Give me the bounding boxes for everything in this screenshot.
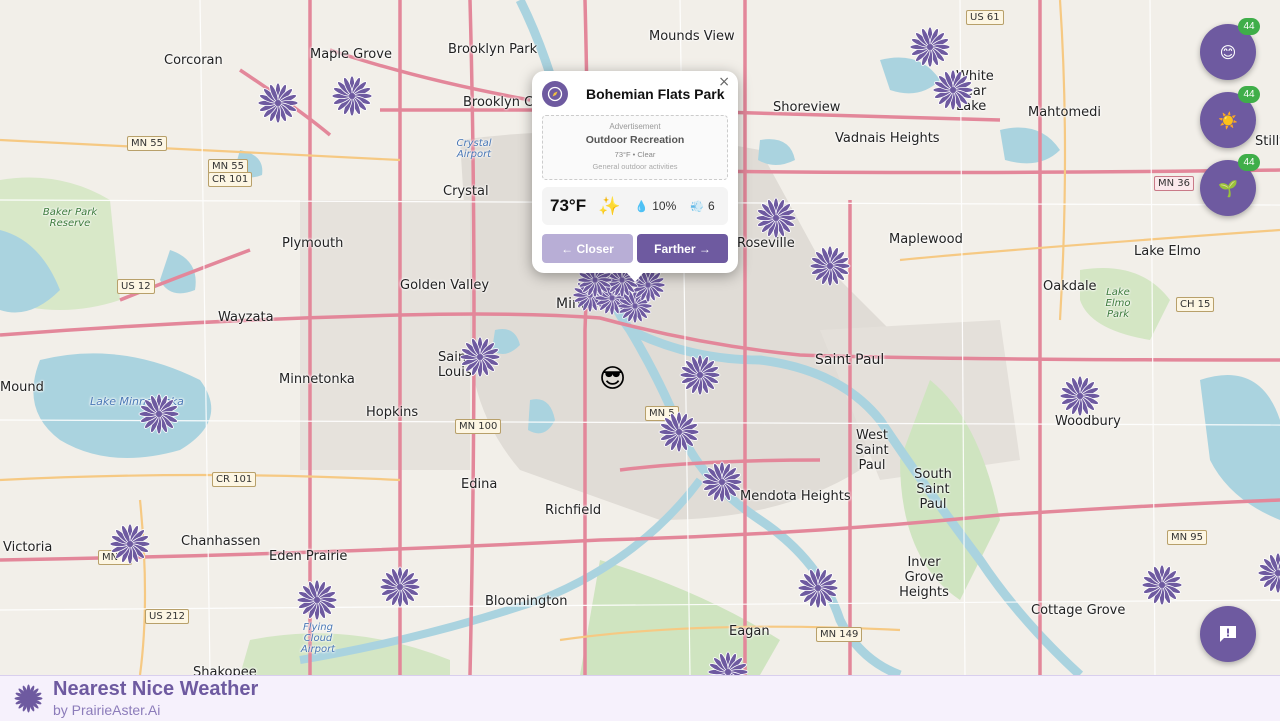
feedback-button[interactable] <box>1200 606 1256 662</box>
advertisement-box[interactable]: Advertisement Outdoor Recreation 73°F • … <box>542 115 728 180</box>
city-label: Eden Prairie <box>269 549 348 564</box>
aster-location-marker[interactable] <box>331 75 373 117</box>
highway-shield: US 212 <box>145 609 189 624</box>
aster-location-marker[interactable] <box>809 245 851 287</box>
wind-icon: 💨 <box>690 200 704 213</box>
highway-shield: CR 101 <box>208 172 253 187</box>
count-badge: 44 <box>1238 18 1260 35</box>
city-label: Richfield <box>545 503 602 518</box>
city-label: Shoreview <box>773 100 841 115</box>
aster-location-marker[interactable] <box>679 354 721 396</box>
sparkles-icon: ✨ <box>598 195 621 216</box>
aster-location-marker[interactable] <box>797 567 839 609</box>
user-location-marker[interactable]: 😎 <box>599 364 626 394</box>
city-label: Chanhassen <box>181 534 261 549</box>
aster-location-marker[interactable] <box>1141 564 1183 606</box>
aster-location-marker[interactable] <box>379 566 421 608</box>
temperature: 73°F <box>550 196 587 215</box>
highway-shield: US 61 <box>966 10 1004 25</box>
aster-location-marker[interactable] <box>932 69 974 111</box>
city-label: Bloomington <box>485 594 568 609</box>
aster-location-marker[interactable] <box>701 461 743 503</box>
activity-filter-button[interactable]: 🌱 44 <box>1200 154 1260 216</box>
city-label: Brooklyn Park <box>448 42 538 57</box>
footer: Nearest Nice Weather by PrairieAster.Ai <box>0 675 1280 721</box>
ad-subtitle: 73°F • Clear <box>614 150 656 159</box>
ad-title: Outdoor Recreation <box>585 134 685 146</box>
farther-button[interactable]: Farther → <box>637 234 728 263</box>
aster-location-marker[interactable] <box>1059 375 1101 417</box>
airport-label: Crystal Airport <box>456 138 492 160</box>
aster-location-marker[interactable] <box>257 82 299 124</box>
highway-shield: US 12 <box>117 279 155 294</box>
aster-location-marker[interactable] <box>909 26 951 68</box>
aster-location-marker[interactable] <box>296 579 338 621</box>
highway-shield: MN 36 <box>1154 176 1195 191</box>
aster-location-marker[interactable] <box>1257 552 1280 594</box>
city-label: Hopkins <box>366 405 419 420</box>
city-label: Minnetonka <box>279 372 355 387</box>
park-label: Lake Elmo Park <box>1105 287 1131 320</box>
droplet-icon: 💧 <box>634 200 649 213</box>
app-title: Nearest Nice Weather <box>53 678 259 700</box>
highway-shield: MN 100 <box>455 419 502 434</box>
wind: 💨 6 <box>690 199 714 213</box>
ad-description: General outdoor activities <box>592 162 678 171</box>
highway-shield: CH 15 <box>1176 297 1215 312</box>
aster-location-marker[interactable] <box>138 393 180 435</box>
weather-filter-button[interactable]: ☀️ 44 <box>1200 86 1260 148</box>
aster-location-marker[interactable] <box>459 336 501 378</box>
app-subtitle: by PrairieAster.Ai <box>53 702 161 718</box>
city-label: Plymouth <box>282 236 344 251</box>
closer-button[interactable]: ← Closer <box>542 234 633 263</box>
city-label: Stillwater <box>1255 134 1280 149</box>
aster-location-marker[interactable] <box>109 523 151 565</box>
airport-label: Flying Cloud Airport <box>300 622 336 655</box>
smiley-icon: 😊 <box>1219 42 1237 62</box>
city-label: Inver Grove Heights <box>899 555 949 600</box>
city-label: Wayzata <box>218 310 274 325</box>
city-label: Corcoran <box>164 53 223 68</box>
city-label: Mound <box>0 380 44 395</box>
feedback-icon <box>1220 626 1236 642</box>
highway-shield: CR 101 <box>212 472 257 487</box>
city-label: Oakdale <box>1043 279 1097 294</box>
precipitation: 💧 10% <box>635 199 677 213</box>
seedling-icon: 🌱 <box>1218 178 1238 198</box>
ad-tag: Advertisement <box>609 122 661 131</box>
city-label: Mounds View <box>649 29 735 44</box>
aster-logo-icon <box>14 684 43 713</box>
precipitation-value: 10% <box>652 199 677 213</box>
city-label: Cottage Grove <box>1031 603 1126 618</box>
mood-filter-button[interactable]: 😊 44 <box>1200 18 1260 80</box>
popup-title: Bohemian Flats Park <box>586 86 725 102</box>
city-label: Mahtomedi <box>1028 105 1101 120</box>
highway-shield: MN 55 <box>127 136 168 151</box>
city-label: Vadnais Heights <box>835 131 940 146</box>
weather-summary: 73°F ✨ 💧 10% 💨 6 <box>542 187 728 225</box>
aster-location-marker[interactable] <box>658 411 700 453</box>
aster-location-marker[interactable] <box>755 197 797 239</box>
city-label: Mendota Heights <box>740 489 851 504</box>
city-label: Saint Paul <box>815 352 885 368</box>
count-badge: 44 <box>1238 154 1260 171</box>
city-label: Lake Elmo <box>1134 244 1201 259</box>
sun-icon: ☀️ <box>1218 110 1238 130</box>
park-label: Baker Park Reserve <box>42 207 98 229</box>
highway-shield: MN 149 <box>816 627 863 642</box>
city-label: Edina <box>461 477 498 492</box>
city-label: South Saint Paul <box>914 467 952 512</box>
count-badge: 44 <box>1238 86 1260 103</box>
location-popup: × Bohemian Flats Park Advertisement Outd… <box>532 71 738 282</box>
city-label: Victoria <box>3 540 53 555</box>
city-label: Maplewood <box>889 232 963 247</box>
highway-shield: MN 95 <box>1167 530 1208 545</box>
city-label: Crystal <box>443 184 489 199</box>
city-label: West Saint Paul <box>855 428 889 473</box>
city-label: Maple Grove <box>310 47 392 62</box>
compass-icon <box>542 81 568 107</box>
city-label: Eagan <box>729 624 770 639</box>
city-label: Golden Valley <box>400 278 490 293</box>
wind-value: 6 <box>707 199 715 213</box>
